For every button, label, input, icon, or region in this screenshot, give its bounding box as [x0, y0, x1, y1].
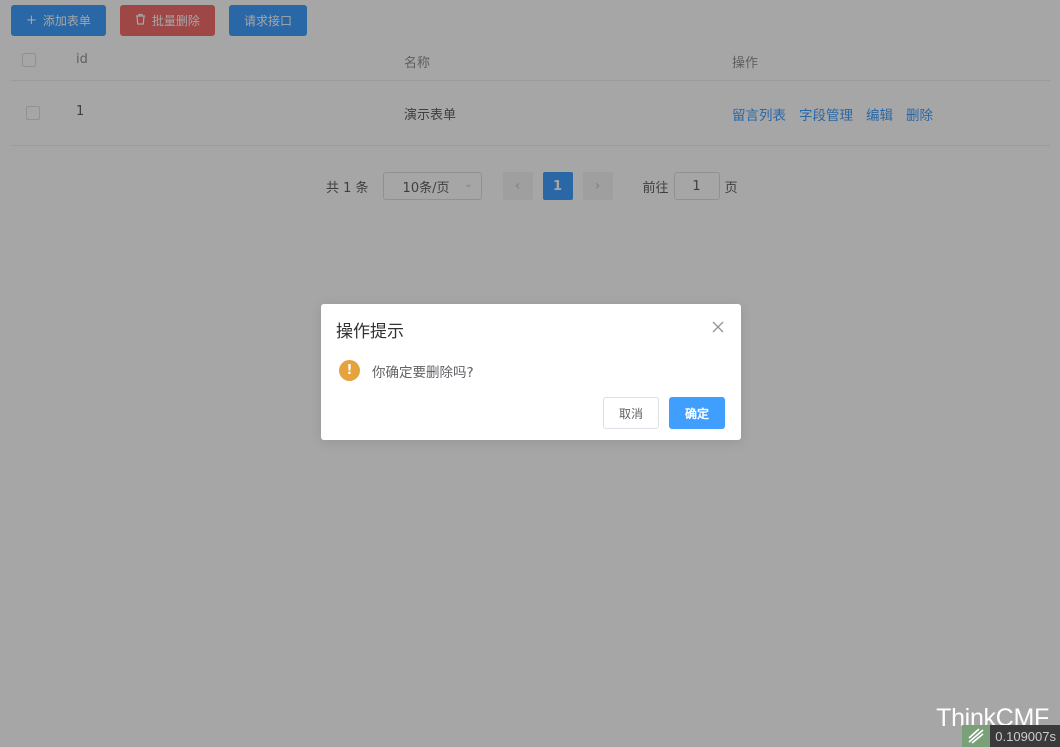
close-icon[interactable] — [711, 319, 725, 333]
debug-timer[interactable]: 0.109007s — [962, 725, 1060, 747]
dialog-title: 操作提示 — [336, 322, 404, 342]
warning-icon: ! — [339, 360, 360, 381]
timer-value: 0.109007s — [995, 728, 1056, 744]
confirm-button[interactable]: 确定 — [669, 397, 725, 429]
thinkphp-logo-icon — [962, 725, 991, 747]
dialog-message: 你确定要删除吗? — [372, 365, 474, 381]
confirm-dialog: 操作提示 ! 你确定要删除吗? 取消 确定 — [321, 304, 741, 440]
cancel-button[interactable]: 取消 — [603, 397, 659, 429]
